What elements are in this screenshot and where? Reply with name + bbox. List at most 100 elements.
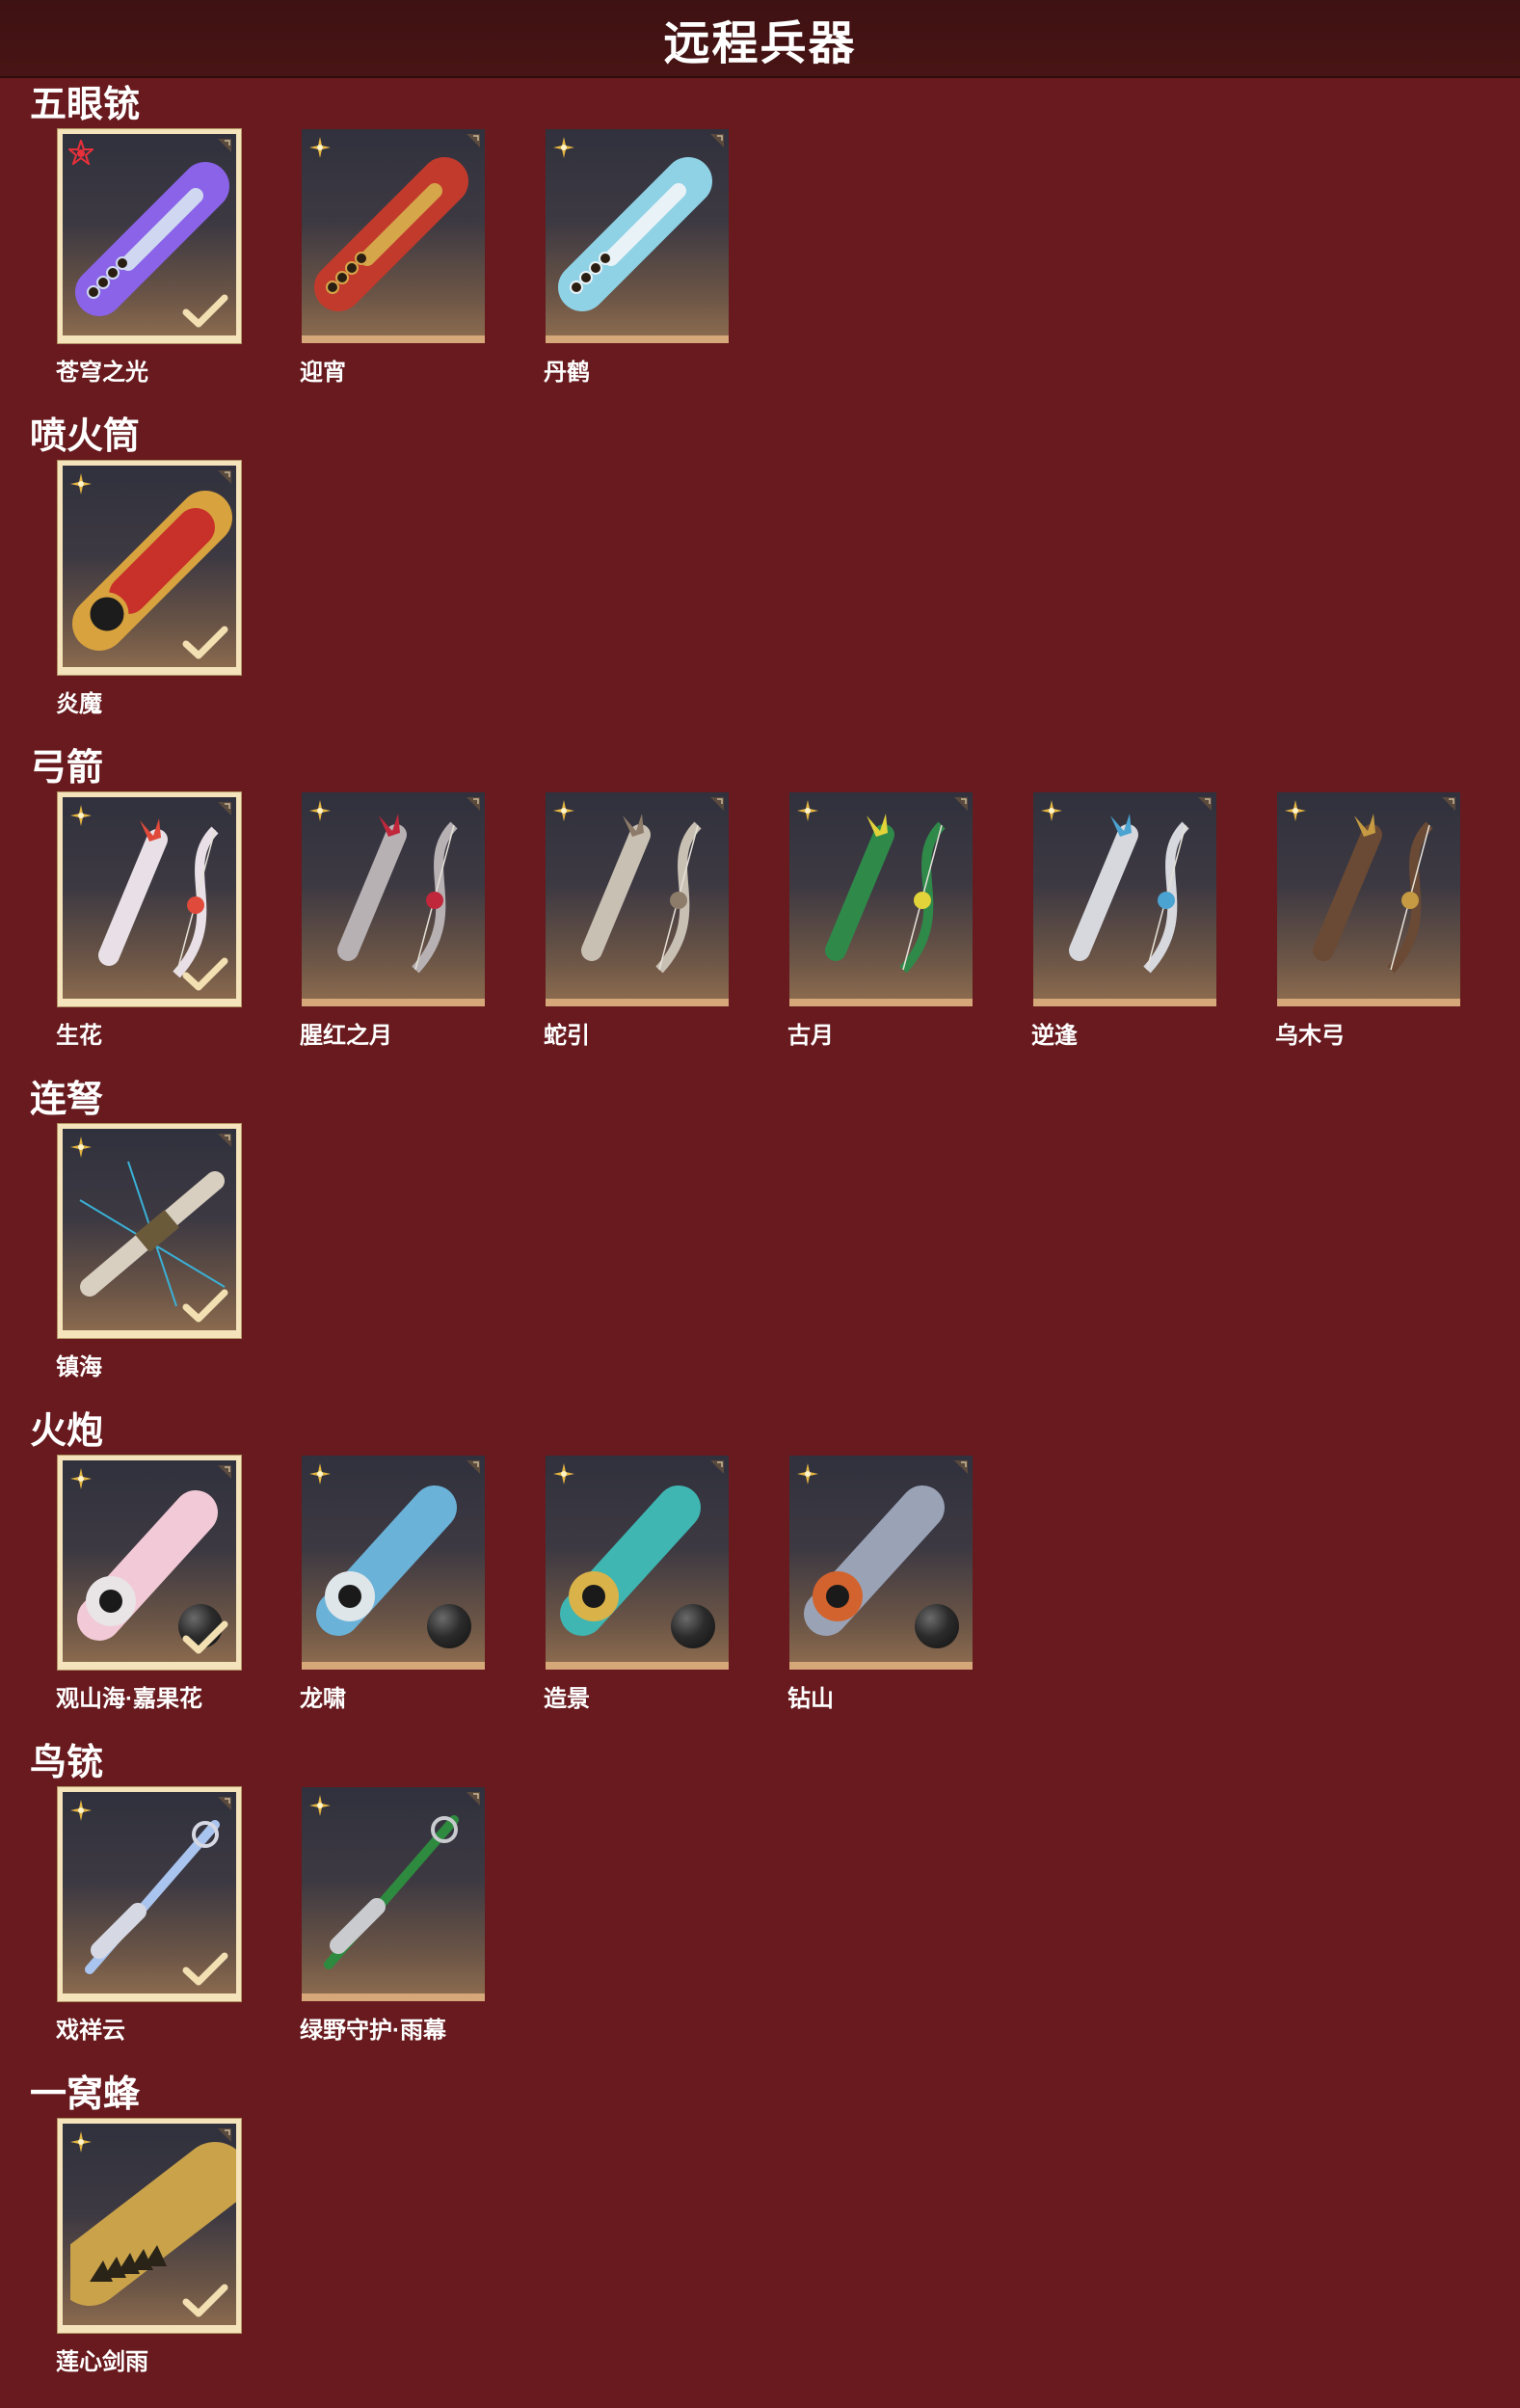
- weapon-name: 乌木弓: [1275, 1023, 1345, 1049]
- gold-star-icon: [1041, 800, 1062, 821]
- check-icon: [182, 1952, 228, 1986]
- corner-mark-icon: [710, 1460, 724, 1474]
- bow-icon: [825, 814, 946, 974]
- weapon-item[interactable]: 造景: [544, 1456, 733, 1721]
- gold-star-icon: [797, 800, 818, 821]
- corner-mark-icon: [467, 134, 480, 147]
- check-icon: [182, 1620, 228, 1654]
- weapon-name: 古月: [787, 1023, 834, 1049]
- weapon-item-list: 炎魔: [0, 461, 1520, 750]
- weapon-item[interactable]: 丹鹤: [544, 129, 733, 394]
- corner-mark-icon: [710, 797, 724, 811]
- gold-star-icon: [70, 1468, 92, 1489]
- weapon-item[interactable]: 观山海·嘉果花: [56, 1456, 245, 1721]
- section-title: 鸟铳: [30, 1743, 104, 1783]
- weapon-name: 炎魔: [56, 691, 102, 717]
- weapon-card[interactable]: [302, 1787, 485, 2001]
- weapon-card[interactable]: [1277, 792, 1460, 1006]
- weapon-item[interactable]: 生花: [56, 792, 245, 1057]
- weapon-item[interactable]: 古月: [787, 792, 976, 1057]
- weapon-item-list: 生花 腥红之月 蛇引 古月 逆逢 乌木弓: [0, 792, 1520, 1082]
- gold-star-icon: [1285, 800, 1306, 821]
- weapon-card[interactable]: [58, 1124, 241, 1338]
- weapon-name: 观山海·嘉果花: [56, 1686, 202, 1712]
- corner-mark-icon: [218, 1134, 231, 1147]
- corner-mark-icon: [218, 1797, 231, 1810]
- weapon-name: 龙啸: [300, 1686, 346, 1712]
- weapon-item[interactable]: 绿野守护·雨幕: [300, 1787, 489, 2052]
- gold-star-icon: [70, 1137, 92, 1158]
- weapon-card[interactable]: [58, 1456, 241, 1670]
- gold-star-icon: [553, 1463, 574, 1485]
- check-icon: [182, 2284, 228, 2317]
- weapon-card[interactable]: [789, 1456, 973, 1670]
- weapon-card[interactable]: [58, 792, 241, 1006]
- weapon-item-list: 镇海: [0, 1124, 1520, 1413]
- weapon-item[interactable]: 镇海: [56, 1124, 245, 1389]
- gold-star-icon: [70, 1800, 92, 1821]
- weapon-card[interactable]: [58, 461, 241, 675]
- weapon-item-list: 观山海·嘉果花 龙啸 造景 钻山: [0, 1456, 1520, 1745]
- weapon-card[interactable]: [58, 129, 241, 343]
- corner-mark-icon: [218, 802, 231, 816]
- section-title: 弓箭: [30, 748, 104, 789]
- cannonball-icon: [427, 1604, 471, 1648]
- gold-star-icon: [553, 800, 574, 821]
- weapon-name: 莲心剑雨: [56, 2349, 148, 2375]
- corner-mark-icon: [954, 797, 968, 811]
- weapon-item[interactable]: 莲心剑雨: [56, 2119, 245, 2384]
- weapon-name: 生花: [56, 1023, 102, 1049]
- corner-mark-icon: [218, 470, 231, 484]
- weapon-item[interactable]: 乌木弓: [1275, 792, 1464, 1057]
- gun-icon: [314, 157, 468, 311]
- weapon-card[interactable]: [789, 792, 973, 1006]
- weapon-card[interactable]: [58, 1787, 241, 2001]
- weapon-card[interactable]: [302, 129, 485, 343]
- bow-icon: [1069, 814, 1189, 974]
- corner-mark-icon: [467, 797, 480, 811]
- weapon-name: 绿野守护·雨幕: [300, 2018, 446, 2044]
- weapon-item[interactable]: 钻山: [787, 1456, 976, 1721]
- weapon-name: 蛇引: [544, 1023, 590, 1049]
- gold-star-icon: [309, 800, 331, 821]
- gold-star-icon: [70, 805, 92, 826]
- gun-icon: [558, 157, 712, 311]
- weapon-item[interactable]: 逆逢: [1031, 792, 1220, 1057]
- corner-mark-icon: [467, 1460, 480, 1474]
- weapon-item[interactable]: 腥红之月: [300, 792, 489, 1057]
- weapon-card[interactable]: [58, 2119, 241, 2333]
- weapon-item[interactable]: 炎魔: [56, 461, 245, 726]
- red-star-icon: [68, 140, 93, 165]
- weapon-card[interactable]: [546, 1456, 729, 1670]
- corner-mark-icon: [218, 2128, 231, 2142]
- musket-icon: [324, 1815, 459, 1969]
- weapon-item[interactable]: 龙啸: [300, 1456, 489, 1721]
- weapon-name: 腥红之月: [300, 1023, 392, 1049]
- weapon-card[interactable]: [1033, 792, 1216, 1006]
- bow-icon: [581, 814, 702, 974]
- cannonball-icon: [915, 1604, 959, 1648]
- bow-icon: [337, 814, 458, 974]
- weapon-name: 钻山: [787, 1686, 834, 1712]
- weapon-item[interactable]: 迎宵: [300, 129, 489, 394]
- weapon-card[interactable]: [302, 792, 485, 1006]
- weapon-card[interactable]: [546, 129, 729, 343]
- check-icon: [182, 294, 228, 328]
- weapon-item-list: 莲心剑雨: [0, 2119, 1520, 2408]
- corner-mark-icon: [710, 134, 724, 147]
- weapon-name: 镇海: [56, 1354, 102, 1380]
- page-title: 远程兵器: [663, 17, 857, 69]
- weapon-card[interactable]: [302, 1456, 485, 1670]
- weapon-name: 戏祥云: [56, 2018, 125, 2044]
- page-header: 远程兵器: [0, 0, 1520, 78]
- corner-mark-icon: [467, 1792, 480, 1806]
- corner-mark-icon: [1198, 797, 1212, 811]
- weapon-item[interactable]: 蛇引: [544, 792, 733, 1057]
- weapon-name: 苍穹之光: [56, 360, 148, 386]
- weapon-item[interactable]: 苍穹之光: [56, 129, 245, 394]
- gold-star-icon: [309, 137, 331, 158]
- corner-mark-icon: [218, 139, 231, 152]
- weapon-card[interactable]: [546, 792, 729, 1006]
- weapon-item[interactable]: 戏祥云: [56, 1787, 245, 2052]
- gold-star-icon: [797, 1463, 818, 1485]
